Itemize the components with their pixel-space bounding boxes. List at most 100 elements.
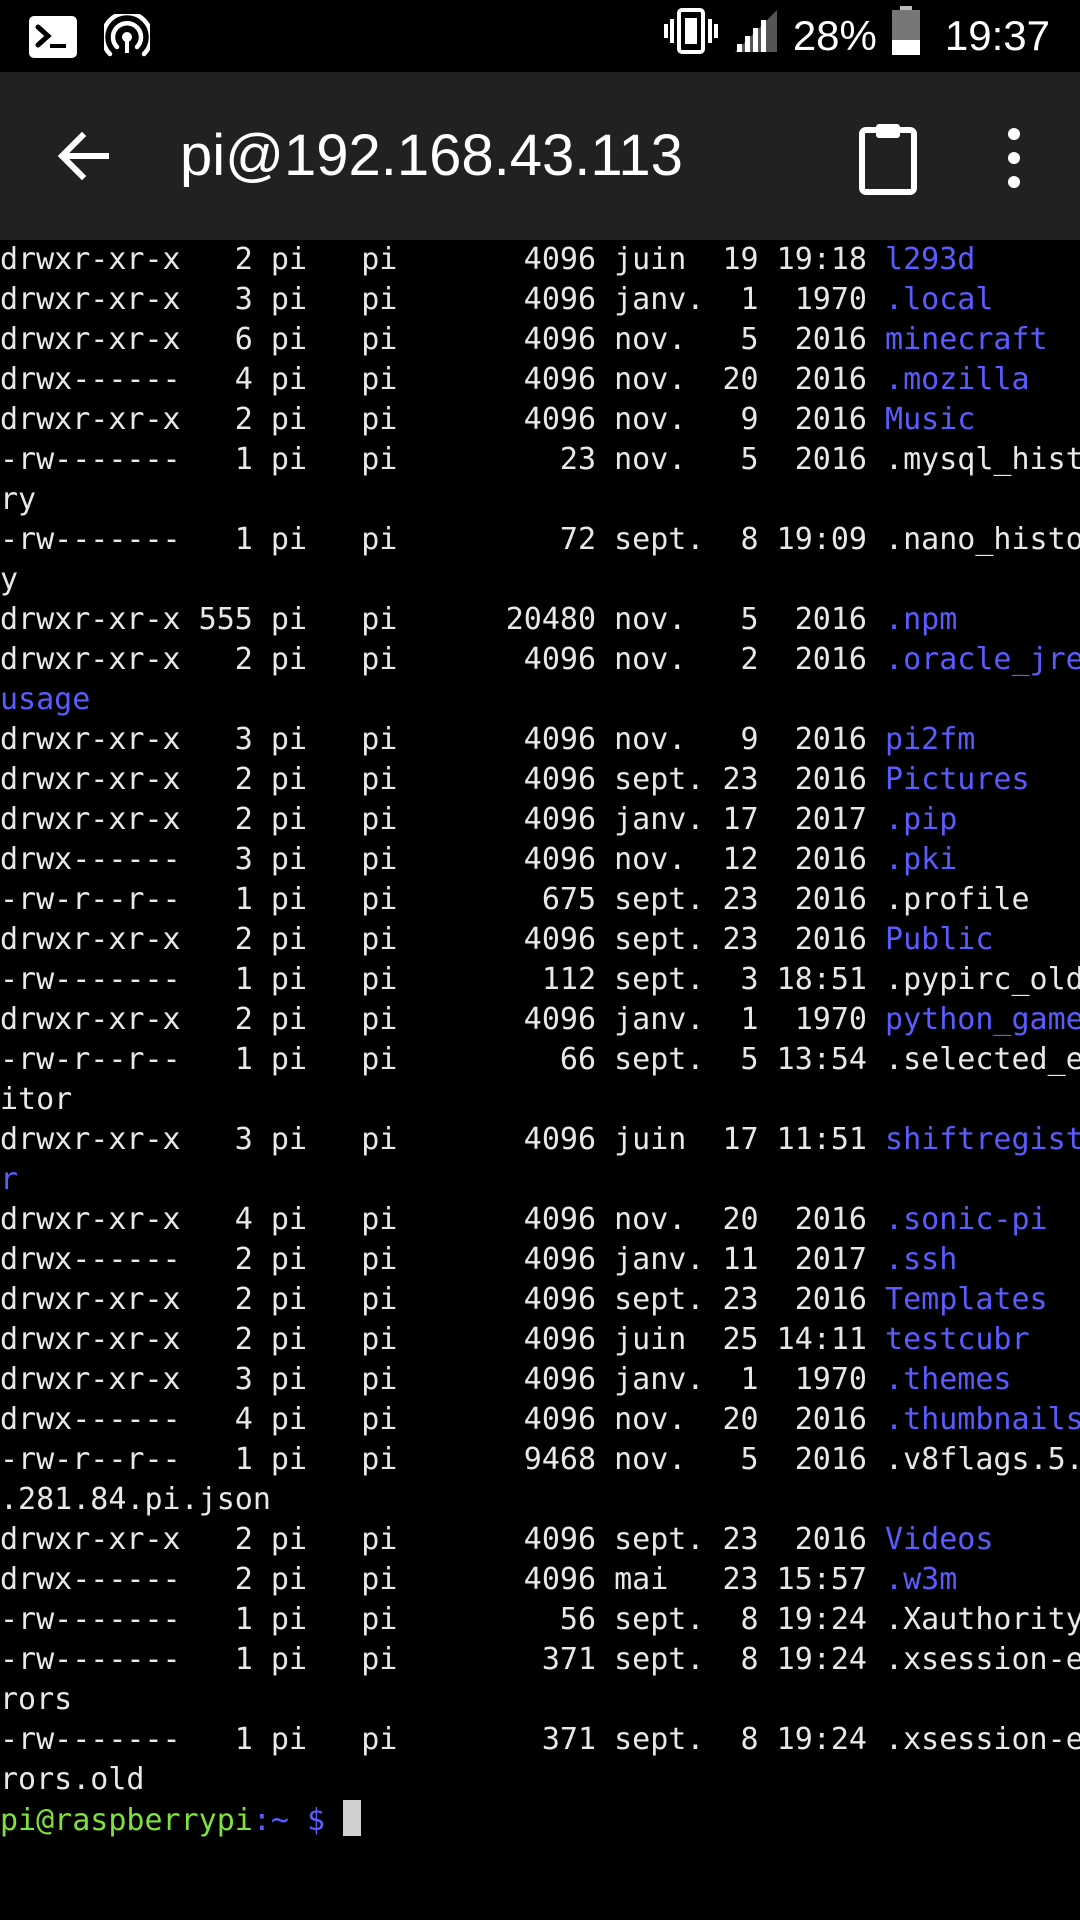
listing-details: -rw------- 1 pi pi 371 sept. 8 19:24 — [0, 1642, 886, 1677]
status-bar: 28% 19:37 — [0, 0, 1080, 72]
status-bar-right: 28% 19:37 — [663, 0, 1050, 72]
battery-percent: 28% — [792, 12, 877, 59]
directory-name: .w3m — [885, 1562, 958, 1597]
terminal-line: drwxr-xr-x 2 pi pi 4096 sept. 23 2016 Te… — [0, 1280, 1080, 1320]
directory-name: .pki — [885, 842, 958, 877]
file-name: .281.84.pi.json — [0, 1482, 271, 1517]
terminal-line: drwxr-xr-x 4 pi pi 4096 nov. 20 2016 .so… — [0, 1200, 1080, 1240]
directory-name: .npm — [885, 602, 958, 637]
listing-details: -rw------- 1 pi pi 56 sept. 8 19:24 — [0, 1602, 886, 1637]
status-bar-left — [28, 10, 154, 65]
terminal-line: drwxr-xr-x 3 pi pi 4096 janv. 1 1970 .th… — [0, 1360, 1080, 1400]
terminal-line: usage — [0, 680, 1080, 720]
terminal-line: -rw------- 1 pi pi 56 sept. 8 19:24 .Xau… — [0, 1600, 1080, 1640]
terminal-line: drwxr-xr-x 3 pi pi 4096 nov. 9 2016 pi2f… — [0, 720, 1080, 760]
listing-details: -rw------- 1 pi pi 72 sept. 8 19:09 — [0, 522, 886, 557]
directory-name: .oracle_jre_ — [885, 642, 1080, 677]
listing-details: -rw-r--r-- 1 pi pi 66 sept. 5 13:54 — [0, 1042, 886, 1077]
terminal-line: -rw------- 1 pi pi 371 sept. 8 19:24 .xs… — [0, 1720, 1080, 1760]
terminal-line: rors.old — [0, 1760, 1080, 1800]
file-name: .pypirc_old — [885, 962, 1080, 997]
terminal-line: -rw------- 1 pi pi 371 sept. 8 19:24 .xs… — [0, 1640, 1080, 1680]
directory-name: shiftregiste — [885, 1122, 1080, 1157]
listing-details: drwxr-xr-x 2 pi pi 4096 nov. 9 2016 — [0, 402, 886, 437]
clipboard-button[interactable] — [858, 120, 918, 196]
terminal-line: .281.84.pi.json — [0, 1480, 1080, 1520]
terminal-line: -rw------- 1 pi pi 72 sept. 8 19:09 .nan… — [0, 520, 1080, 560]
battery-icon — [891, 6, 921, 66]
prompt-user-host: pi@raspberrypi — [0, 1803, 253, 1838]
listing-details: drwx------ 2 pi pi 4096 mai 23 15:57 — [0, 1562, 886, 1597]
terminal-line: drwxr-xr-x 2 pi pi 4096 juin 25 14:11 te… — [0, 1320, 1080, 1360]
terminal-line: r — [0, 1160, 1080, 1200]
listing-details: drwxr-xr-x 2 pi pi 4096 juin 19 19:18 — [0, 242, 886, 277]
directory-name: usage — [0, 682, 91, 717]
listing-details: -rw------- 1 pi pi 112 sept. 3 18:51 — [0, 962, 886, 997]
terminal-line: drwxr-xr-x 2 pi pi 4096 juin 19 19:18 l2… — [0, 240, 1080, 280]
listing-details: -rw-r--r-- 1 pi pi 9468 nov. 5 2016 — [0, 1442, 886, 1477]
listing-details: drwxr-xr-x 2 pi pi 4096 sept. 23 2016 — [0, 1522, 886, 1557]
listing-details: -rw------- 1 pi pi 371 sept. 8 19:24 — [0, 1722, 886, 1757]
file-name: .nano_histor — [885, 522, 1080, 557]
listing-details: drwxr-xr-x 2 pi pi 4096 janv. 1 1970 — [0, 1002, 886, 1037]
directory-name: Music — [885, 402, 976, 437]
listing-details: -rw-r--r-- 1 pi pi 675 sept. 23 2016 — [0, 882, 886, 917]
directory-name: testcubr — [885, 1322, 1030, 1357]
listing-details: drwxr-xr-x 2 pi pi 4096 juin 25 14:11 — [0, 1322, 886, 1357]
text-cursor — [343, 1800, 362, 1836]
listing-details: drwxr-xr-x 2 pi pi 4096 nov. 2 2016 — [0, 642, 886, 677]
app-title: pi@192.168.43.113 — [180, 123, 683, 188]
terminal-line: -rw------- 1 pi pi 112 sept. 3 18:51 .py… — [0, 960, 1080, 1000]
listing-details: drwxr-xr-x 3 pi pi 4096 nov. 9 2016 — [0, 722, 886, 757]
file-name: .v8flags.5.1 — [885, 1442, 1080, 1477]
terminal-line: rors — [0, 1680, 1080, 1720]
directory-name: .themes — [885, 1362, 1012, 1397]
file-name: .profile — [885, 882, 1030, 917]
terminal-line: drwxr-xr-x 2 pi pi 4096 sept. 23 2016 Pu… — [0, 920, 1080, 960]
listing-details: drwxr-xr-x 2 pi pi 4096 sept. 23 2016 — [0, 762, 886, 797]
directory-name: .pip — [885, 802, 958, 837]
directory-name: Videos — [885, 1522, 994, 1557]
terminal-line: drwx------ 2 pi pi 4096 janv. 11 2017 .s… — [0, 1240, 1080, 1280]
directory-name: .mozilla — [885, 362, 1030, 397]
clipboard-icon — [859, 124, 917, 195]
file-name: .Xauthority — [885, 1602, 1080, 1637]
terminal-line: itor — [0, 1080, 1080, 1120]
directory-name: Public — [885, 922, 994, 957]
terminal-line: drwxr-xr-x 2 pi pi 4096 sept. 23 2016 Pi… — [0, 760, 1080, 800]
terminal-line: drwxr-xr-x 3 pi pi 4096 janv. 1 1970 .lo… — [0, 280, 1080, 320]
directory-name: l293d — [885, 242, 976, 277]
prompt-path: :~ — [252, 1803, 289, 1838]
directory-name: python_games — [885, 1002, 1080, 1037]
hotspot-icon — [100, 10, 154, 65]
clock: 19:37 — [944, 12, 1050, 59]
file-name: itor — [0, 1082, 73, 1117]
more-options-button[interactable] — [990, 120, 1038, 196]
back-button[interactable] — [50, 122, 118, 190]
terminal-icon — [28, 15, 78, 64]
terminal-line: -rw------- 1 pi pi 23 nov. 5 2016 .mysql… — [0, 440, 1080, 480]
listing-details: drwxr-xr-x 2 pi pi 4096 sept. 23 2016 — [0, 922, 886, 957]
terminal-line: drwxr-xr-x 2 pi pi 4096 janv. 17 2017 .p… — [0, 800, 1080, 840]
file-name: .mysql_histo — [885, 442, 1080, 477]
listing-details: drwx------ 4 pi pi 4096 nov. 20 2016 — [0, 1402, 886, 1437]
directory-name: r — [0, 1162, 19, 1197]
terminal-output[interactable]: drwxr-xr-x 2 pi pi 4096 juin 19 19:18 l2… — [0, 240, 1080, 1920]
terminal-line: drwx------ 3 pi pi 4096 nov. 12 2016 .pk… — [0, 840, 1080, 880]
terminal-line: drwx------ 4 pi pi 4096 nov. 20 2016 .th… — [0, 1400, 1080, 1440]
listing-details: drwxr-xr-x 3 pi pi 4096 janv. 1 1970 — [0, 282, 886, 317]
listing-details: drwxr-xr-x 2 pi pi 4096 sept. 23 2016 — [0, 1282, 886, 1317]
directory-name: pi2fm — [885, 722, 976, 757]
more-vert-icon — [1008, 128, 1020, 188]
listing-details: drwxr-xr-x 2 pi pi 4096 janv. 17 2017 — [0, 802, 886, 837]
terminal-line: ry — [0, 480, 1080, 520]
directory-name: .local — [885, 282, 994, 317]
listing-details: drwxr-xr-x 555 pi pi 20480 nov. 5 2016 — [0, 602, 886, 637]
terminal-line: drwxr-xr-x 2 pi pi 4096 janv. 1 1970 pyt… — [0, 1000, 1080, 1040]
file-name: rors.old — [0, 1762, 145, 1797]
app-bar: pi@192.168.43.113 — [0, 72, 1080, 240]
back-arrow-icon — [57, 131, 109, 181]
shell-prompt[interactable]: pi@raspberrypi:~ $ — [0, 1800, 1080, 1840]
terminal-line: drwx------ 2 pi pi 4096 mai 23 15:57 .w3… — [0, 1560, 1080, 1600]
listing-details: drwx------ 4 pi pi 4096 nov. 20 2016 — [0, 362, 886, 397]
